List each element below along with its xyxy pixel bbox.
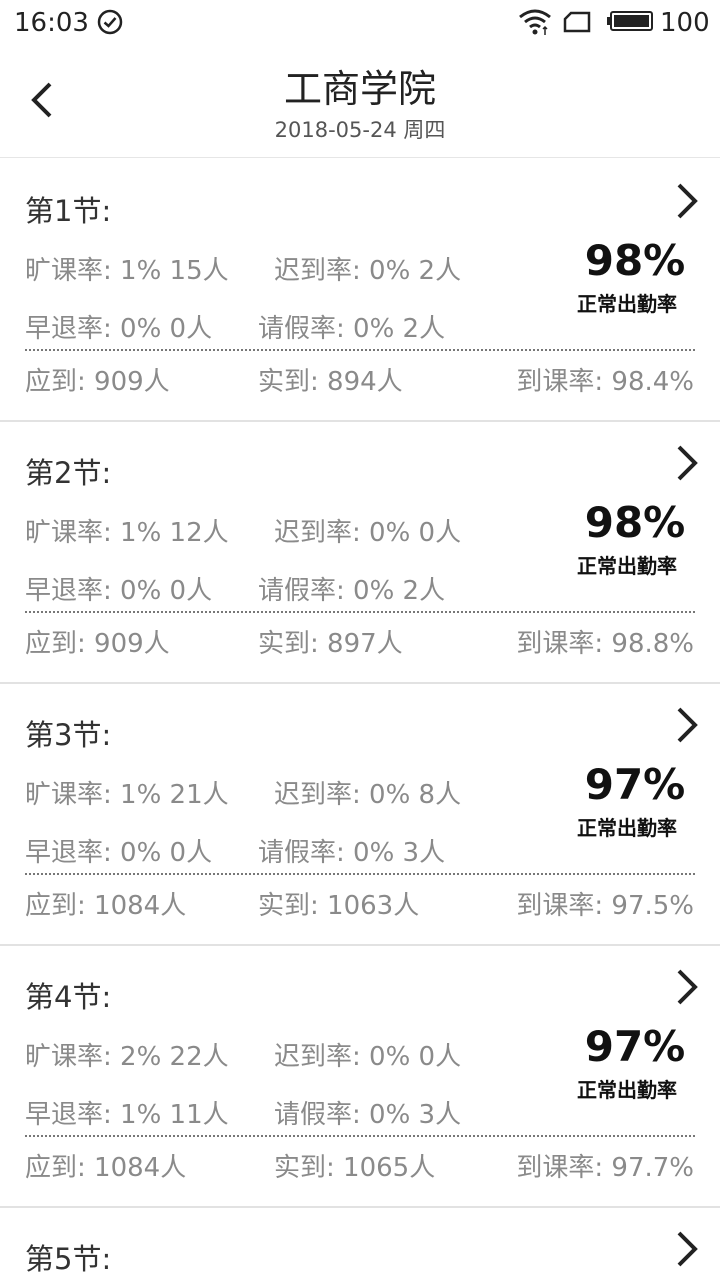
status-time: 16:03 xyxy=(14,8,89,38)
attendance-percent-label: 正常出勤率 xyxy=(577,292,677,316)
absent-rate: 旷课率: 1% 12人 xyxy=(25,518,229,548)
early-leave-rate: 早退率: 0% 0人 xyxy=(25,576,213,606)
absent-rate: 旷课率: 1% 15人 xyxy=(25,256,229,286)
session-title: 第2节: xyxy=(25,456,112,490)
dotted-divider xyxy=(25,349,695,351)
leave-rate: 请假率: 0% 3人 xyxy=(258,838,446,868)
chevron-right-icon[interactable] xyxy=(674,442,700,484)
chevron-right-icon[interactable] xyxy=(674,1228,700,1270)
attendance-percent-label: 正常出勤率 xyxy=(577,554,677,578)
arrival-rate: 到课率: 97.7% xyxy=(516,1153,694,1183)
page-title: 工商学院 xyxy=(283,67,436,111)
page-date: 2018-05-24 周四 xyxy=(274,118,446,142)
attendance-percent: 97% xyxy=(584,760,686,809)
session-card[interactable]: 第5节: xyxy=(0,1206,720,1280)
attendance-percent-label: 正常出勤率 xyxy=(577,1078,677,1102)
attendance-percent: 97% xyxy=(584,1022,686,1071)
arrival-rate: 到课率: 98.4% xyxy=(516,367,694,397)
arrival-rate: 到课率: 97.5% xyxy=(516,891,694,921)
status-bar: 16:03 100 xyxy=(0,0,720,44)
session-card[interactable]: 第1节: 旷课率: 1% 15人 迟到率: 0% 2人 早退率: 0% 0人 请… xyxy=(0,158,720,422)
wifi-icon xyxy=(519,9,551,35)
expected-count: 应到: 909人 xyxy=(25,367,170,397)
dotted-divider xyxy=(25,1135,695,1137)
attendance-percent: 98% xyxy=(584,236,686,285)
absent-rate: 旷课率: 1% 21人 xyxy=(25,780,229,810)
actual-count: 实到: 894人 xyxy=(258,367,403,397)
leave-rate: 请假率: 0% 2人 xyxy=(258,576,446,606)
session-card[interactable]: 第2节: 旷课率: 1% 12人 迟到率: 0% 0人 早退率: 0% 0人 请… xyxy=(0,420,720,684)
early-leave-rate: 早退率: 0% 0人 xyxy=(25,314,213,344)
leave-rate: 请假率: 0% 2人 xyxy=(258,314,446,344)
session-card[interactable]: 第4节: 旷课率: 2% 22人 迟到率: 0% 0人 早退率: 1% 11人 … xyxy=(0,944,720,1208)
chevron-right-icon[interactable] xyxy=(674,966,700,1008)
session-title: 第4节: xyxy=(25,980,112,1014)
attendance-percent-label: 正常出勤率 xyxy=(577,816,677,840)
actual-count: 实到: 1065人 xyxy=(274,1153,436,1183)
arrival-rate: 到课率: 98.8% xyxy=(516,629,694,659)
late-rate: 迟到率: 0% 0人 xyxy=(274,518,462,548)
expected-count: 应到: 1084人 xyxy=(25,1153,187,1183)
attendance-percent: 98% xyxy=(584,498,686,547)
app-header: 工商学院 2018-05-24 周四 xyxy=(0,44,720,158)
expected-count: 应到: 909人 xyxy=(25,629,170,659)
expected-count: 应到: 1084人 xyxy=(25,891,187,921)
session-title: 第5节: xyxy=(25,1242,112,1276)
chevron-right-icon[interactable] xyxy=(674,704,700,746)
late-rate: 迟到率: 0% 0人 xyxy=(274,1042,462,1072)
late-rate: 迟到率: 0% 8人 xyxy=(274,780,462,810)
absent-rate: 旷课率: 2% 22人 xyxy=(25,1042,229,1072)
early-leave-rate: 早退率: 1% 11人 xyxy=(25,1100,229,1130)
check-circle-icon xyxy=(97,9,123,35)
leave-rate: 请假率: 0% 3人 xyxy=(274,1100,462,1130)
session-title: 第3节: xyxy=(25,718,112,752)
battery-icon xyxy=(607,11,653,31)
dotted-divider xyxy=(25,873,695,875)
session-title: 第1节: xyxy=(25,194,112,228)
early-leave-rate: 早退率: 0% 0人 xyxy=(25,838,213,868)
late-rate: 迟到率: 0% 2人 xyxy=(274,256,462,286)
session-card[interactable]: 第3节: 旷课率: 1% 21人 迟到率: 0% 8人 早退率: 0% 0人 请… xyxy=(0,682,720,946)
dotted-divider xyxy=(25,611,695,613)
actual-count: 实到: 897人 xyxy=(258,629,403,659)
sim-card-icon xyxy=(563,11,591,33)
battery-level: 100 xyxy=(660,8,710,38)
actual-count: 实到: 1063人 xyxy=(258,891,420,921)
chevron-right-icon[interactable] xyxy=(674,180,700,222)
